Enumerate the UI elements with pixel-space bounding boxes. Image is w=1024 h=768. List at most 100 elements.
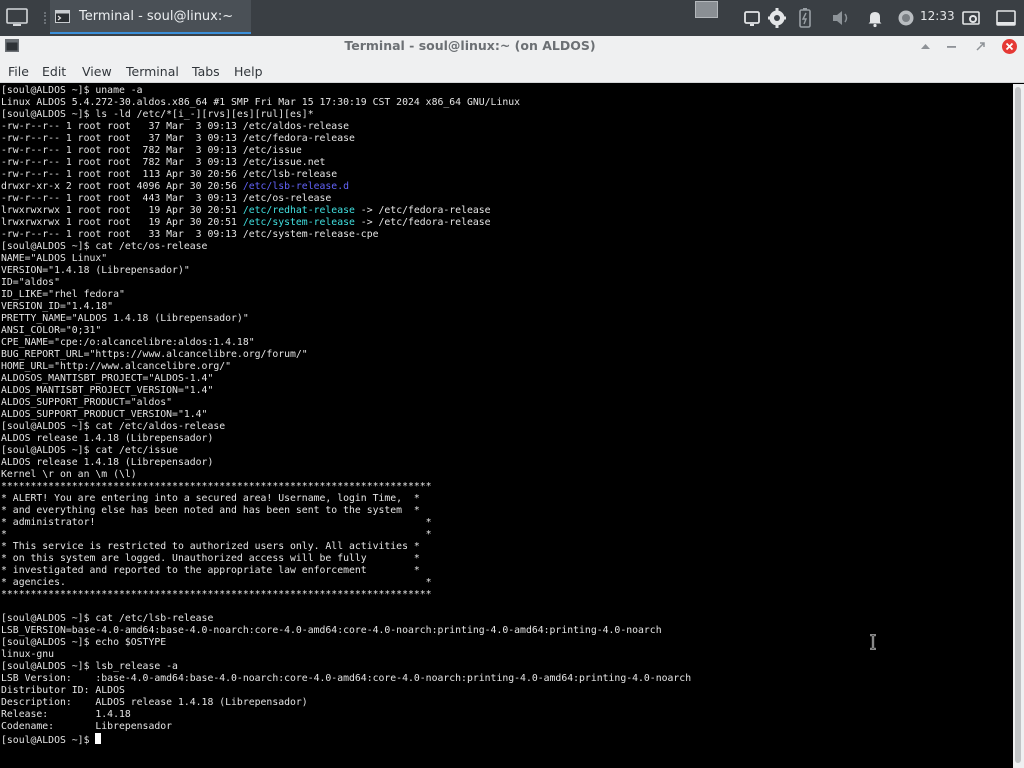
terminal-line-text: Release: 1.4.18 (1, 709, 131, 720)
menu-terminal[interactable]: Terminal (126, 64, 179, 79)
taskbar-task-terminal[interactable]: Terminal - soul@linux:~ (50, 0, 251, 34)
terminal-line-text: [soul@ALDOS ~]$ echo $OSTYPE (1, 637, 167, 648)
terminal-line-text: lrwxrwxrwx 1 root root 19 Apr 30 20:51 (1, 205, 243, 216)
terminal-line: [soul@ALDOS ~]$ cat /etc/issue (1, 445, 178, 456)
terminal-line: Description: ALDOS release 1.4.18 (Libre… (1, 697, 308, 708)
terminal-line-text: * administrator! * (1, 517, 432, 528)
terminal-line: LSB Version: :base-4.0-amd64:base-4.0-no… (1, 673, 691, 684)
terminal-line: * ALERT! You are entering into a secured… (1, 493, 420, 504)
terminal-line: [soul@ALDOS ~]$ ls -ld /etc/*[i_-][rvs][… (1, 109, 314, 120)
terminal-line: Codename: Librepensador (1, 721, 172, 732)
window-list-icon[interactable] (994, 6, 1018, 30)
terminal-line: -rw-r--r-- 1 root root 37 Mar 3 09:13 /e… (1, 121, 349, 132)
terminal-line: ALDOS release 1.4.18 (Librepensador) (1, 433, 213, 444)
terminal-line-text: * and everything else has been noted and… (1, 505, 420, 516)
terminal-line: ALDOS release 1.4.18 (Librepensador) (1, 457, 213, 468)
terminal-line: Release: 1.4.18 (1, 709, 131, 720)
terminal-line-text: HOME_URL="http://www.alcancelibre.org/" (1, 361, 232, 372)
terminal-line-text: ****************************************… (1, 589, 432, 600)
terminal-line-text: -rw-r--r-- 1 root root 782 Mar 3 09:13 /… (1, 145, 302, 156)
notification-bell-icon[interactable] (866, 6, 884, 30)
terminal-line: NAME="ALDOS Linux" (1, 253, 107, 264)
terminal-line-text: * investigated and reported to the appro… (1, 565, 420, 576)
terminal-line-text: [soul@ALDOS ~]$ ls -ld /etc/*[i_-][rvs][… (1, 109, 314, 120)
terminal-line: -rw-r--r-- 1 root root 443 Mar 3 09:13 /… (1, 193, 331, 204)
terminal-line-text: -rw-r--r-- 1 root root 37 Mar 3 09:13 /e… (1, 133, 355, 144)
minimize-window-icon[interactable] (943, 38, 960, 55)
display-icon[interactable] (742, 6, 762, 30)
terminal-line-text: CPE_NAME="cpe:/o:alcancelibre:aldos:1.4.… (1, 337, 255, 348)
menu-file[interactable]: File (8, 64, 29, 79)
terminal-line-text: * * (1, 529, 432, 540)
menu-tabs[interactable]: Tabs (192, 64, 220, 79)
terminal-line-text: ALDOS release 1.4.18 (Librepensador) (1, 457, 214, 468)
menu-edit[interactable]: Edit (42, 64, 66, 79)
terminal-output: [soul@ALDOS ~]$ uname -a Linux ALDOS 5.4… (1, 85, 691, 747)
terminal-line: -rw-r--r-- 1 root root 37 Mar 3 09:13 /e… (1, 133, 355, 144)
terminal-line: -rw-r--r-- 1 root root 33 Mar 3 09:13 /e… (1, 229, 379, 240)
terminal-line: ALDOS_SUPPORT_PRODUCT_VERSION="1.4" (1, 409, 207, 420)
terminal-scrollbar[interactable] (1013, 84, 1024, 768)
terminal-line: HOME_URL="http://www.alcancelibre.org/" (1, 361, 231, 372)
terminal-line: drwxr-xr-x 2 root root 4096 Apr 30 20:56… (1, 181, 349, 192)
terminal-line: BUG_REPORT_URL="https://www.alcancelibre… (1, 349, 308, 360)
terminal-line-text: Description: ALDOS release 1.4.18 (Libre… (1, 697, 308, 708)
show-desktop-icon[interactable] (4, 6, 30, 30)
terminal-line: Kernel \r on an \m (\l) (1, 469, 137, 480)
taskbar: Terminal - soul@linux:~ 12:33 (0, 0, 1024, 36)
terminal-line-text: -rw-r--r-- 1 root root 443 Mar 3 09:13 /… (1, 193, 332, 204)
workspace-pager[interactable] (695, 1, 718, 18)
terminal-line-text: LSB Version: :base-4.0-amd64:base-4.0-no… (1, 673, 692, 684)
terminal-view[interactable]: [soul@ALDOS ~]$ uname -a Linux ALDOS 5.4… (0, 84, 1013, 768)
terminal-line-text: ALDOS_SUPPORT_PRODUCT_VERSION="1.4" (1, 409, 208, 420)
terminal-text-cursor (95, 733, 102, 744)
system-monitor-icon[interactable] (896, 6, 916, 30)
scrollbar-thumb[interactable] (1015, 87, 1021, 763)
terminal-line: [soul@ALDOS ~]$ lsb_release -a (1, 661, 178, 672)
window-titlebar[interactable]: Terminal - soul@linux:~ (on ALDOS) (0, 36, 1024, 57)
terminal-line: ****************************************… (1, 481, 432, 492)
window-title: Terminal - soul@linux:~ (on ALDOS) (344, 38, 596, 53)
taskbar-task-label: Terminal - soul@linux:~ (79, 9, 234, 24)
terminal-line-text: -rw-r--r-- 1 root root 33 Mar 3 09:13 /e… (1, 229, 379, 240)
maximize-window-icon[interactable] (972, 38, 989, 55)
terminal-line: VERSION_ID="1.4.18" (1, 301, 113, 312)
terminal-line: LSB_VERSION=base-4.0-amd64:base-4.0-noar… (1, 625, 662, 636)
screenshot-icon[interactable] (961, 6, 981, 30)
terminal-line-text: drwxr-xr-x 2 root root 4096 Apr 30 20:56 (1, 181, 243, 192)
terminal-line-text: VERSION_ID="1.4.18" (1, 301, 114, 312)
shade-window-icon[interactable] (917, 38, 934, 55)
terminal-line: Distributor ID: ALDOS (1, 685, 125, 696)
terminal-line: ANSI_COLOR="0;31" (1, 325, 101, 336)
terminal-line-text: Kernel \r on an \m (\l) (1, 469, 137, 480)
terminal-line: [soul@ALDOS ~]$ cat /etc/aldos-release (1, 421, 225, 432)
terminal-colored-path: /etc/lsb-release.d (242, 181, 349, 192)
terminal-line: [soul@ALDOS ~]$ cat /etc/os-release (1, 241, 207, 252)
terminal-line: ALDOS_MANTISBT_PROJECT_VERSION="1.4" (1, 385, 213, 396)
terminal-line-text: Distributor ID: ALDOS (1, 685, 125, 696)
close-window-icon[interactable] (1001, 38, 1018, 55)
terminal-line-text: * on this system are logged. Unauthorize… (1, 553, 420, 564)
volume-muted-icon[interactable] (830, 6, 852, 30)
terminal-line-text: linux-gnu (1, 649, 55, 660)
terminal-colored-path: /etc/redhat-release (242, 205, 355, 216)
terminal-line-text: [soul@ALDOS ~]$ cat /etc/os-release (1, 241, 208, 252)
terminal-line: linux-gnu (1, 649, 54, 660)
settings-gear-icon[interactable] (766, 6, 788, 30)
terminal-line: * administrator! * (1, 517, 432, 528)
menu-help[interactable]: Help (234, 64, 263, 79)
terminal-line-text: LSB_VERSION=base-4.0-amd64:base-4.0-noar… (1, 625, 662, 636)
terminal-line: * investigated and reported to the appro… (1, 565, 420, 576)
terminal-line: * * (1, 529, 432, 540)
terminal-line-text: -rw-r--r-- 1 root root 113 Apr 30 20:56 … (1, 169, 338, 180)
terminal-line: [soul@ALDOS ~]$ cat /etc/lsb-release (1, 613, 213, 624)
battery-icon[interactable] (796, 6, 814, 30)
terminal-line: ALDOSOS_MANTISBT_PROJECT="ALDOS-1.4" (1, 373, 213, 384)
menu-view[interactable]: View (82, 64, 112, 79)
terminal-line: * agencies. * (1, 577, 432, 588)
terminal-app-icon (55, 10, 70, 23)
terminal-line-text: ****************************************… (1, 481, 432, 492)
clock[interactable]: 12:33 (920, 9, 955, 23)
terminal-line: PRETTY_NAME="ALDOS 1.4.18 (Librepensador… (1, 313, 249, 324)
terminal-line: * This service is restricted to authoriz… (1, 541, 420, 552)
